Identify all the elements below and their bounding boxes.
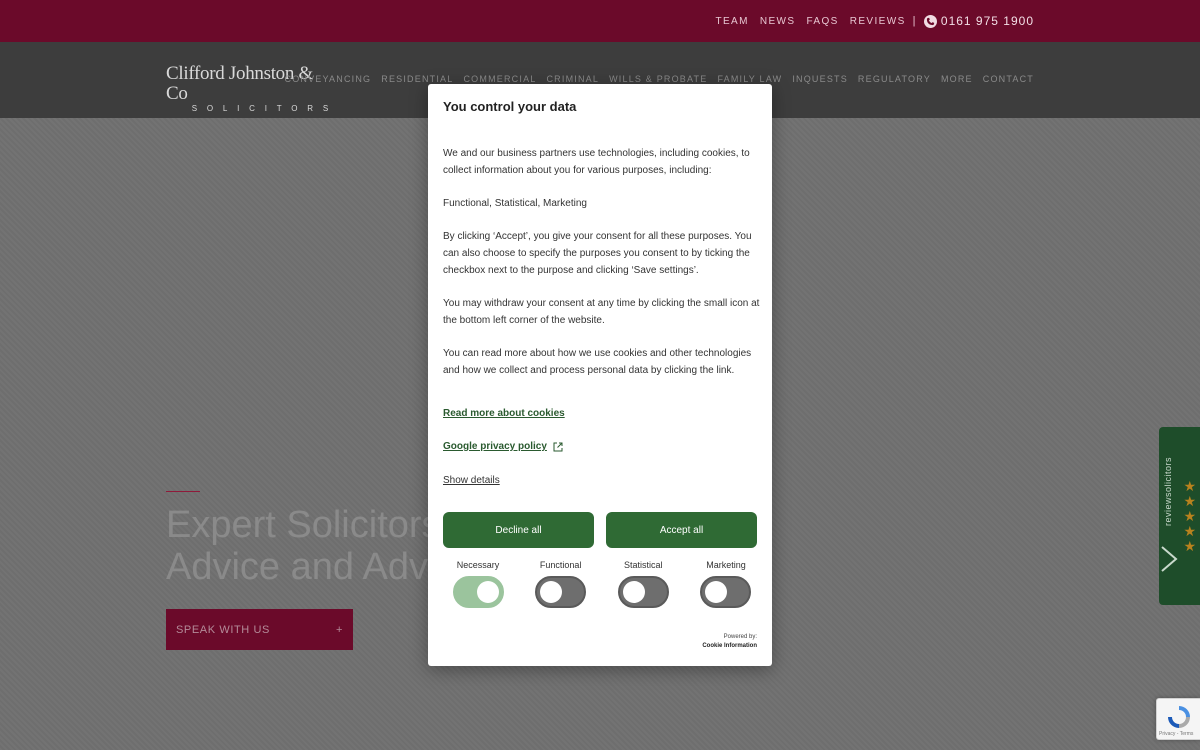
switch-knob [476, 581, 499, 603]
top-nav-faqs[interactable]: FAQS [806, 16, 838, 27]
necessary-switch[interactable] [452, 576, 504, 608]
top-nav-reviews[interactable]: REVIEWS [850, 16, 906, 27]
chevron-right-icon [1161, 546, 1178, 572]
star-icon: ★ [1183, 493, 1196, 509]
toggle-functional: Functional [526, 560, 596, 608]
switch-knob [622, 581, 645, 603]
switch-knob [540, 581, 563, 603]
consent-paragraph: You can read more about how we use cooki… [443, 348, 752, 376]
logo-subtitle: SOLICITORS [191, 104, 338, 113]
site-logo[interactable]: Clifford Johnston & Co SOLICITORS [166, 63, 338, 114]
top-bar: TEAM NEWS FAQS REVIEWS | 0161 975 1900 [0, 0, 1200, 42]
star-icon: ★ [1183, 523, 1196, 539]
top-nav-separator: | [912, 15, 917, 27]
functional-switch[interactable] [535, 576, 587, 608]
star-rating: ★ ★ ★ ★ ★ [1183, 479, 1196, 553]
toggle-label: Marketing [706, 560, 746, 570]
decline-all-button[interactable]: Decline all [443, 512, 594, 548]
nav-conveyancing[interactable]: CONVEYANCING [285, 74, 372, 84]
consent-paragraph: By clicking ‘Accept’, you give your cons… [443, 231, 752, 276]
main-nav: CONVEYANCING RESIDENTIAL COMMERCIAL CRIM… [285, 74, 1035, 84]
toggle-label: Statistical [624, 560, 663, 570]
toggle-statistical: Statistical [608, 560, 678, 608]
toggle-label: Necessary [456, 560, 500, 570]
plus-icon: + [335, 623, 343, 636]
recaptcha-links: Privacy - Terms [1159, 731, 1194, 737]
nav-contact[interactable]: CONTACT [983, 74, 1034, 84]
phone-number: 0161 975 1900 [940, 14, 1034, 28]
star-icon: ★ [1183, 508, 1196, 524]
switch-knob [705, 581, 728, 603]
dialog-body: We and our business partners use technol… [443, 146, 761, 396]
logo-name: Clifford Johnston & Co [166, 63, 314, 104]
toggle-marketing: Marketing [691, 560, 761, 608]
review-widget-label: reviewsolicitors [1163, 457, 1173, 527]
toggle-necessary: Necessary [443, 560, 513, 608]
privacy-link-label: Google privacy policy [443, 441, 547, 452]
nav-wills-probate[interactable]: WILLS & PROBATE [609, 74, 707, 84]
read-more-cookies-link[interactable]: Read more about cookies [443, 408, 565, 419]
top-nav-news[interactable]: NEWS [760, 16, 796, 27]
consent-purposes: Functional, Statistical, Marketing [443, 198, 587, 209]
speak-with-us-button[interactable]: SPEAK WITH US + [166, 609, 353, 650]
consent-paragraph: You may withdraw your consent at any tim… [443, 298, 760, 326]
phone-icon [923, 14, 937, 28]
statistical-switch[interactable] [617, 576, 669, 608]
nav-criminal[interactable]: CRIMINAL [546, 74, 599, 84]
speak-with-us-label: SPEAK WITH US [176, 623, 270, 636]
accept-all-button[interactable]: Accept all [606, 512, 757, 548]
nav-residential[interactable]: RESIDENTIAL [381, 74, 453, 84]
consent-paragraph: We and our business partners use technol… [443, 148, 750, 176]
dialog-title: You control your data [443, 99, 577, 114]
star-icon: ★ [1183, 478, 1196, 494]
top-nav-team[interactable]: TEAM [715, 16, 748, 27]
nav-inquests[interactable]: INQUESTS [792, 74, 848, 84]
consent-toggles: Necessary Functional Statistical Marketi… [443, 560, 761, 608]
nav-more[interactable]: MORE [941, 74, 973, 84]
star-icon: ★ [1183, 538, 1196, 554]
nav-family-law[interactable]: FAMILY LAW [717, 74, 782, 84]
google-privacy-policy-link[interactable]: Google privacy policy [443, 441, 563, 452]
nav-commercial[interactable]: COMMERCIAL [463, 74, 536, 84]
review-widget[interactable]: reviewsolicitors ★ ★ ★ ★ ★ [1159, 427, 1200, 605]
powered-by[interactable]: Powered by: Cookie Information [702, 634, 757, 649]
toggle-label: Functional [539, 560, 582, 570]
powered-by-brand: Cookie Information [702, 643, 757, 649]
recaptcha-icon [1168, 706, 1190, 728]
nav-regulatory[interactable]: REGULATORY [858, 74, 931, 84]
recaptcha-badge[interactable]: Privacy - Terms [1156, 698, 1200, 740]
top-nav: TEAM NEWS FAQS REVIEWS | 0161 975 1900 [715, 0, 1034, 42]
cookie-consent-dialog: You control your data We and our busines… [428, 84, 772, 666]
hero-accent-line [166, 491, 200, 492]
external-link-icon [553, 442, 563, 451]
powered-by-label: Powered by: [723, 634, 757, 640]
marketing-switch[interactable] [700, 576, 752, 608]
show-details-link[interactable]: Show details [443, 475, 500, 486]
phone-link[interactable]: 0161 975 1900 [923, 14, 1034, 28]
